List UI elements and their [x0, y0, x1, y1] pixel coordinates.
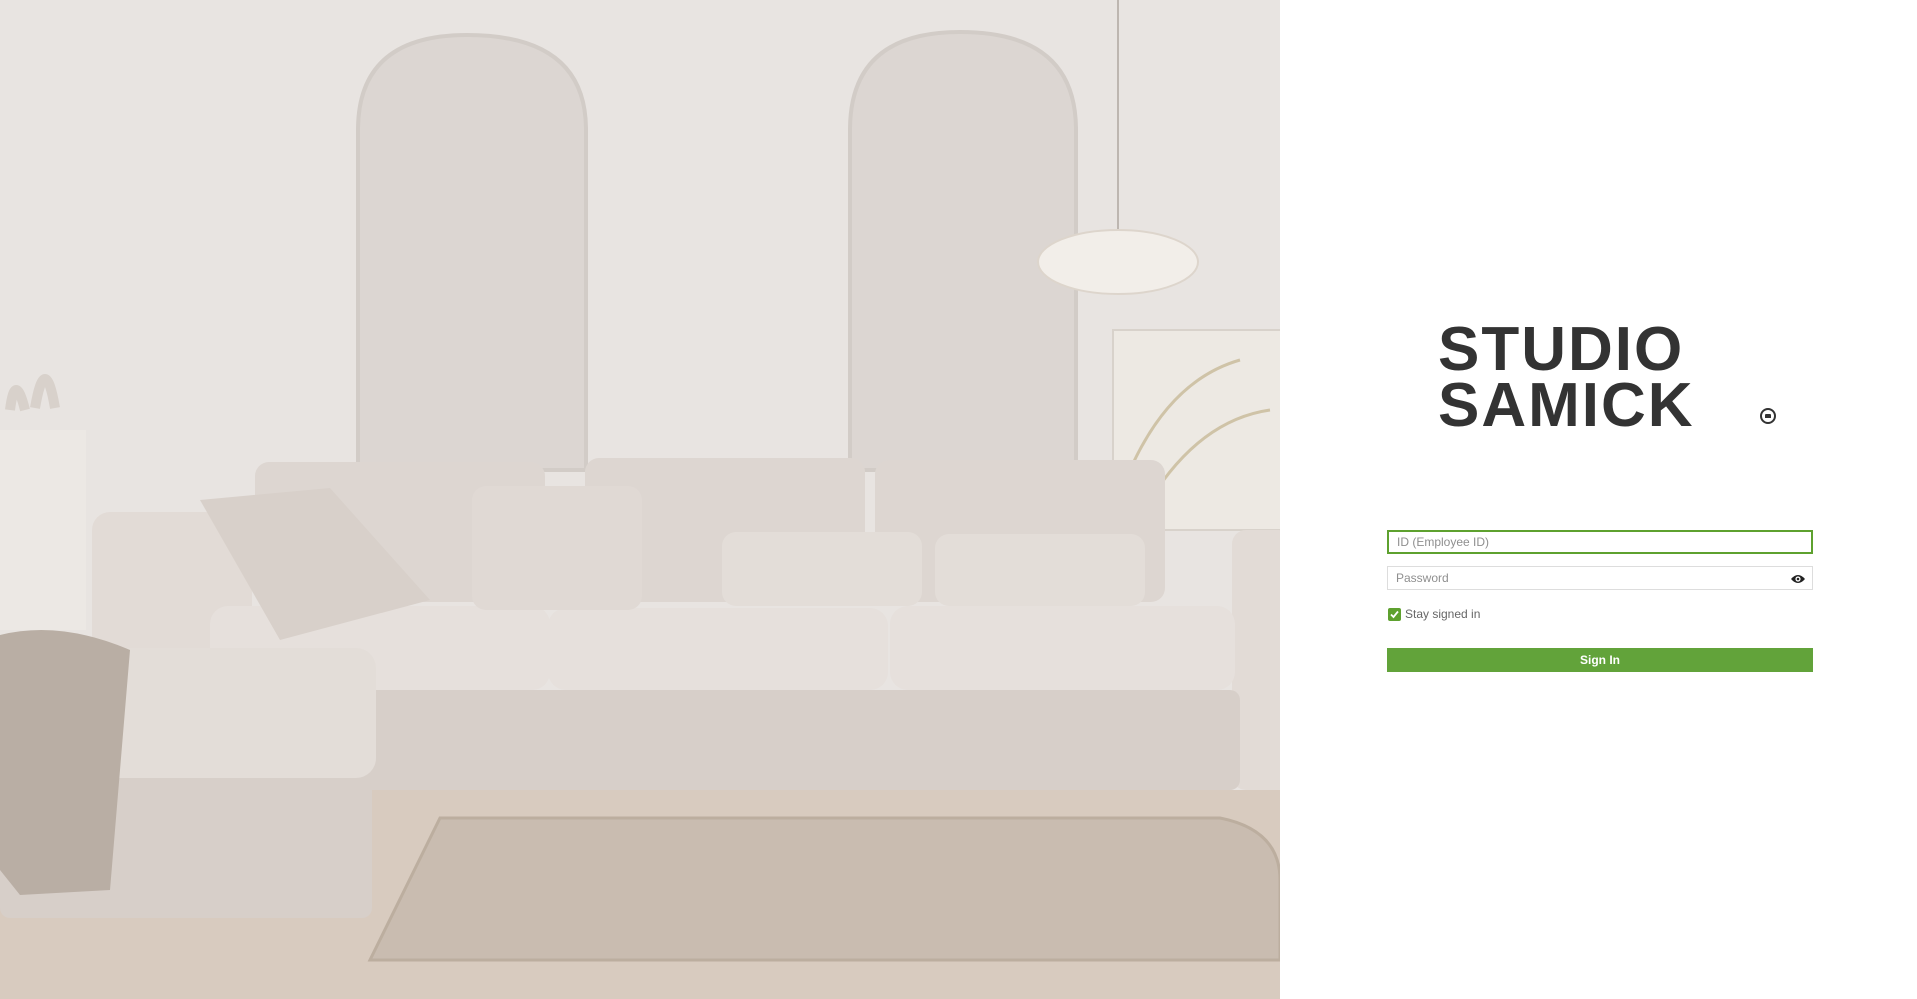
sign-in-button[interactable]: Sign In: [1387, 648, 1813, 672]
stay-signed-in-checkbox[interactable]: [1388, 607, 1401, 621]
check-icon: [1390, 610, 1399, 618]
logo-line-studio: STUDIO: [1438, 315, 1685, 384]
hero-image: [0, 0, 1280, 999]
stay-signed-in-option[interactable]: Stay signed in: [1388, 606, 1480, 622]
living-room-illustration: [0, 0, 1280, 999]
eye-icon[interactable]: [1790, 572, 1806, 584]
logo-line-samick: SAMICK: [1438, 371, 1695, 440]
employee-id-input[interactable]: [1389, 532, 1811, 552]
sofa-badge-icon: [1760, 408, 1776, 424]
login-page: STUDIO SAMICK Stay signed: [0, 0, 1917, 999]
studio-samick-logo: STUDIO SAMICK: [1438, 315, 1778, 440]
employee-id-field[interactable]: [1387, 530, 1813, 554]
password-input[interactable]: [1388, 567, 1812, 589]
stay-signed-in-label: Stay signed in: [1405, 607, 1481, 621]
password-field[interactable]: [1387, 566, 1813, 590]
login-panel: STUDIO SAMICK Stay signed: [1280, 0, 1917, 999]
